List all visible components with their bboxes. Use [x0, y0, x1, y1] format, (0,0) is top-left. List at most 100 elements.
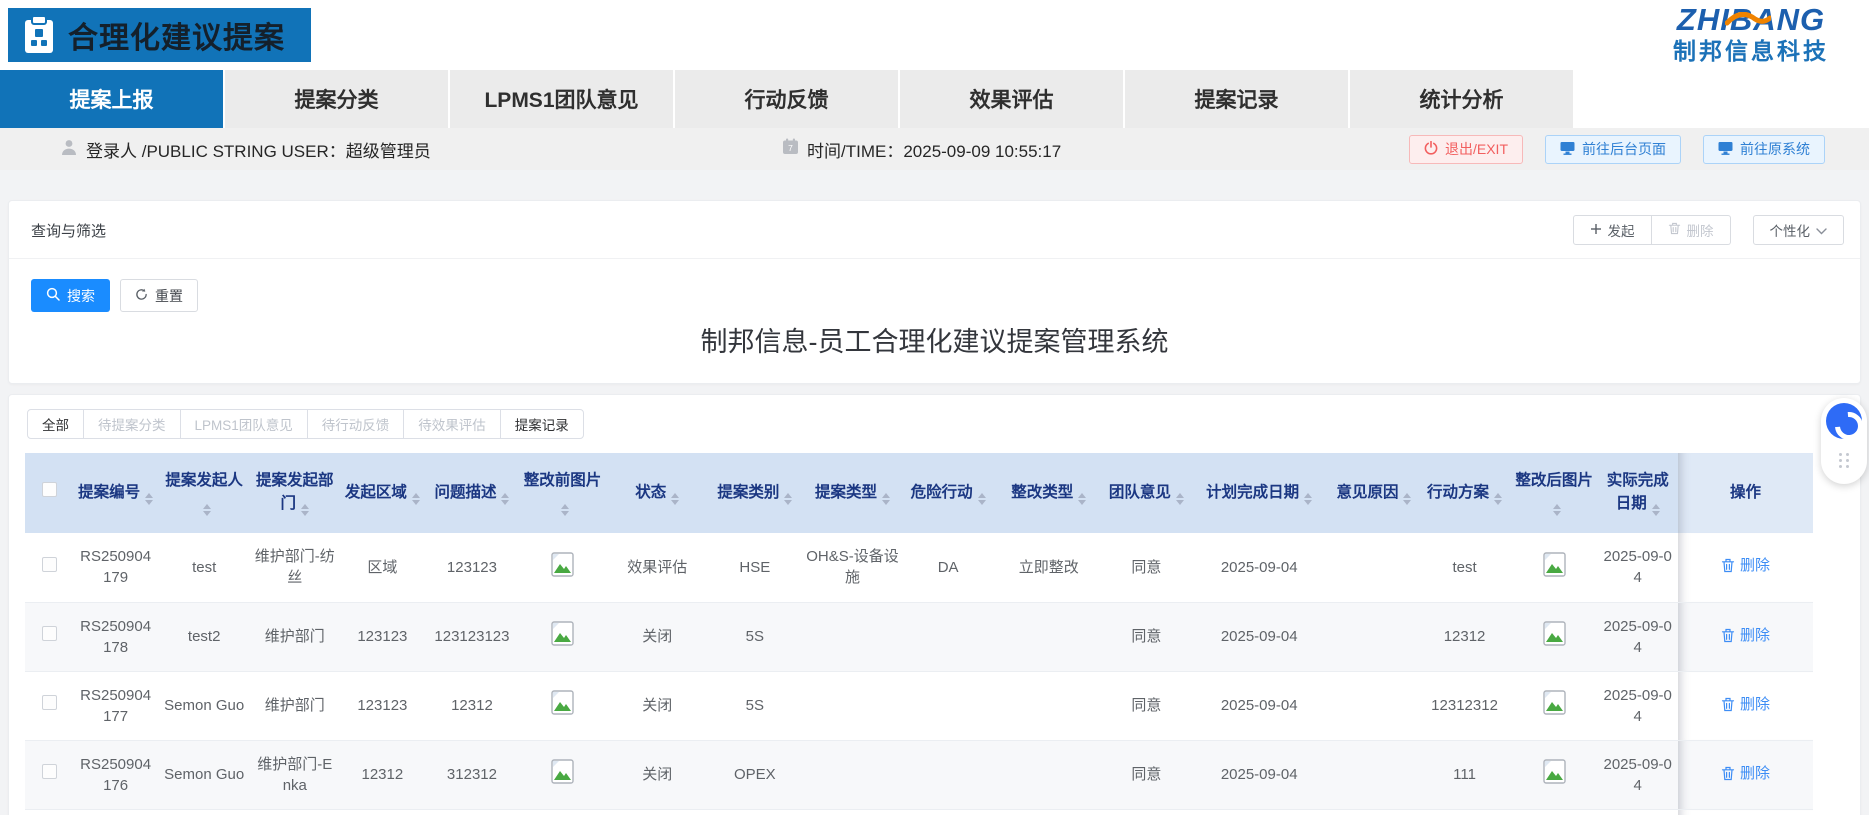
- sort-caret-icon[interactable]: [671, 493, 679, 505]
- column-header-发起区域[interactable]: 发起区域: [339, 453, 426, 533]
- sort-caret-icon[interactable]: [561, 504, 569, 516]
- cell-desc: 12312: [426, 671, 519, 740]
- cell-area: 区域: [339, 533, 426, 602]
- column-header-状态[interactable]: 状态: [607, 453, 708, 533]
- exit-button[interactable]: 退出/EXIT: [1409, 135, 1523, 164]
- launch-button[interactable]: 发起: [1573, 215, 1652, 245]
- image-placeholder-icon[interactable]: [1543, 759, 1566, 784]
- tab-提案分类[interactable]: 提案分类: [225, 70, 450, 128]
- cell-proposer: test: [158, 533, 251, 602]
- column-header-行动方案[interactable]: 行动方案: [1418, 453, 1511, 533]
- cell-before_img: [518, 809, 607, 815]
- column-header-提案类别[interactable]: 提案类别: [708, 453, 803, 533]
- divider: [9, 258, 1860, 259]
- column-header-提案类型[interactable]: 提案类型: [802, 453, 903, 533]
- image-placeholder-icon[interactable]: [1543, 621, 1566, 646]
- pill-待提案分类[interactable]: 待提案分类: [83, 409, 181, 439]
- column-header-实际完成日期[interactable]: 实际完成日期: [1597, 453, 1678, 533]
- cell-reason: [1330, 602, 1419, 671]
- image-placeholder-icon[interactable]: [551, 621, 574, 646]
- card-title: 查询与筛选: [25, 220, 106, 241]
- sort-caret-icon[interactable]: [784, 493, 792, 505]
- table-row: RS250904177Semon Guo维护部门12312312312关闭5S同…: [25, 671, 1813, 740]
- column-header-整改前图片[interactable]: 整改前图片: [518, 453, 607, 533]
- delete-button[interactable]: 删除: [1652, 215, 1731, 245]
- column-header-提案发起人[interactable]: 提案发起人: [158, 453, 251, 533]
- chevron-down-icon: [1816, 223, 1827, 238]
- go-backend-button[interactable]: 前往后台页面: [1545, 135, 1681, 164]
- cell-plan: [1418, 809, 1511, 815]
- row-checkbox[interactable]: [42, 626, 57, 641]
- row-checkbox[interactable]: [42, 557, 57, 572]
- sort-caret-icon[interactable]: [203, 504, 211, 516]
- go-origin-button[interactable]: 前往原系统: [1703, 135, 1825, 164]
- cell-danger: DA: [903, 533, 994, 602]
- row-delete-link[interactable]: 删除: [1721, 555, 1770, 576]
- row-delete-link[interactable]: 删除: [1721, 694, 1770, 715]
- sort-caret-icon[interactable]: [1078, 493, 1086, 505]
- tab-提案记录[interactable]: 提案记录: [1125, 70, 1350, 128]
- sort-caret-icon[interactable]: [1304, 493, 1312, 505]
- tab-统计分析[interactable]: 统计分析: [1350, 70, 1575, 128]
- cell-rectify: 立即整改: [993, 533, 1104, 602]
- column-header-意见原因[interactable]: 意见原因: [1330, 453, 1419, 533]
- sort-caret-icon[interactable]: [882, 493, 890, 505]
- pill-提案记录[interactable]: 提案记录: [500, 409, 584, 439]
- reset-button[interactable]: 重置: [120, 279, 198, 312]
- row-delete-link[interactable]: 删除: [1721, 763, 1770, 784]
- tab-效果评估[interactable]: 效果评估: [900, 70, 1125, 128]
- drag-handle-icon[interactable]: [1839, 453, 1850, 468]
- image-placeholder-icon[interactable]: [551, 552, 574, 577]
- tab-行动反馈[interactable]: 行动反馈: [675, 70, 900, 128]
- column-header-整改类型[interactable]: 整改类型: [993, 453, 1104, 533]
- search-button[interactable]: 搜索: [31, 279, 110, 312]
- sort-caret-icon[interactable]: [1652, 504, 1660, 516]
- select-all-checkbox[interactable]: [42, 482, 57, 497]
- image-placeholder-icon[interactable]: [551, 690, 574, 715]
- sort-caret-icon[interactable]: [1553, 504, 1561, 516]
- cell-status: 效果评估: [607, 533, 708, 602]
- sort-caret-icon[interactable]: [301, 504, 309, 516]
- cell-area: 1: [339, 809, 426, 815]
- column-header-提案编号[interactable]: 提案编号: [73, 453, 158, 533]
- cell-desc: 1: [426, 809, 519, 815]
- cell-type: [802, 671, 903, 740]
- assistant-fab-icon[interactable]: [1826, 403, 1862, 439]
- search-icon: [46, 287, 60, 304]
- row-checkbox[interactable]: [42, 695, 57, 710]
- personalize-button[interactable]: 个性化: [1753, 215, 1845, 245]
- trash-icon: [1721, 628, 1735, 643]
- image-placeholder-icon[interactable]: [1543, 552, 1566, 577]
- row-checkbox[interactable]: [42, 764, 57, 779]
- sort-caret-icon[interactable]: [978, 493, 986, 505]
- column-header-团队意见[interactable]: 团队意见: [1104, 453, 1189, 533]
- cell-desc: 123123123: [426, 602, 519, 671]
- column-header-提案发起部门[interactable]: 提案发起部门: [250, 453, 339, 533]
- cell-rectify: [993, 809, 1104, 815]
- image-placeholder-icon[interactable]: [1543, 690, 1566, 715]
- cell-plan: 111: [1418, 740, 1511, 809]
- sort-caret-icon[interactable]: [412, 493, 420, 505]
- column-header-危险行动[interactable]: 危险行动: [903, 453, 994, 533]
- tab-LPMS1团队意见[interactable]: LPMS1团队意见: [450, 70, 675, 128]
- column-header-整改后图片[interactable]: 整改后图片: [1511, 453, 1598, 533]
- sort-caret-icon[interactable]: [1176, 493, 1184, 505]
- cell-plan_date: 2025-09-04: [1189, 740, 1330, 809]
- column-header-计划完成日期[interactable]: 计划完成日期: [1189, 453, 1330, 533]
- pill-全部[interactable]: 全部: [27, 409, 84, 439]
- image-placeholder-icon[interactable]: [551, 759, 574, 784]
- pill-LPMS1团队意见[interactable]: LPMS1团队意见: [180, 409, 308, 439]
- pill-待效果评估[interactable]: 待效果评估: [403, 409, 501, 439]
- row-delete-link[interactable]: 删除: [1721, 625, 1770, 646]
- sort-caret-icon[interactable]: [145, 493, 153, 505]
- cell-area: 12312: [339, 740, 426, 809]
- sort-caret-icon[interactable]: [501, 493, 509, 505]
- system-main-title: 制邦信息-员工合理化建议提案管理系统: [25, 320, 1844, 359]
- cell-proposer: test1: [158, 809, 251, 815]
- pill-待行动反馈[interactable]: 待行动反馈: [307, 409, 405, 439]
- sort-caret-icon[interactable]: [1494, 493, 1502, 505]
- tab-提案上报[interactable]: 提案上报: [0, 70, 225, 128]
- sort-caret-icon[interactable]: [1403, 493, 1411, 505]
- column-header-问题描述[interactable]: 问题描述: [426, 453, 519, 533]
- status-filter-pills: 全部待提案分类LPMS1团队意见待行动反馈待效果评估提案记录: [27, 409, 1844, 439]
